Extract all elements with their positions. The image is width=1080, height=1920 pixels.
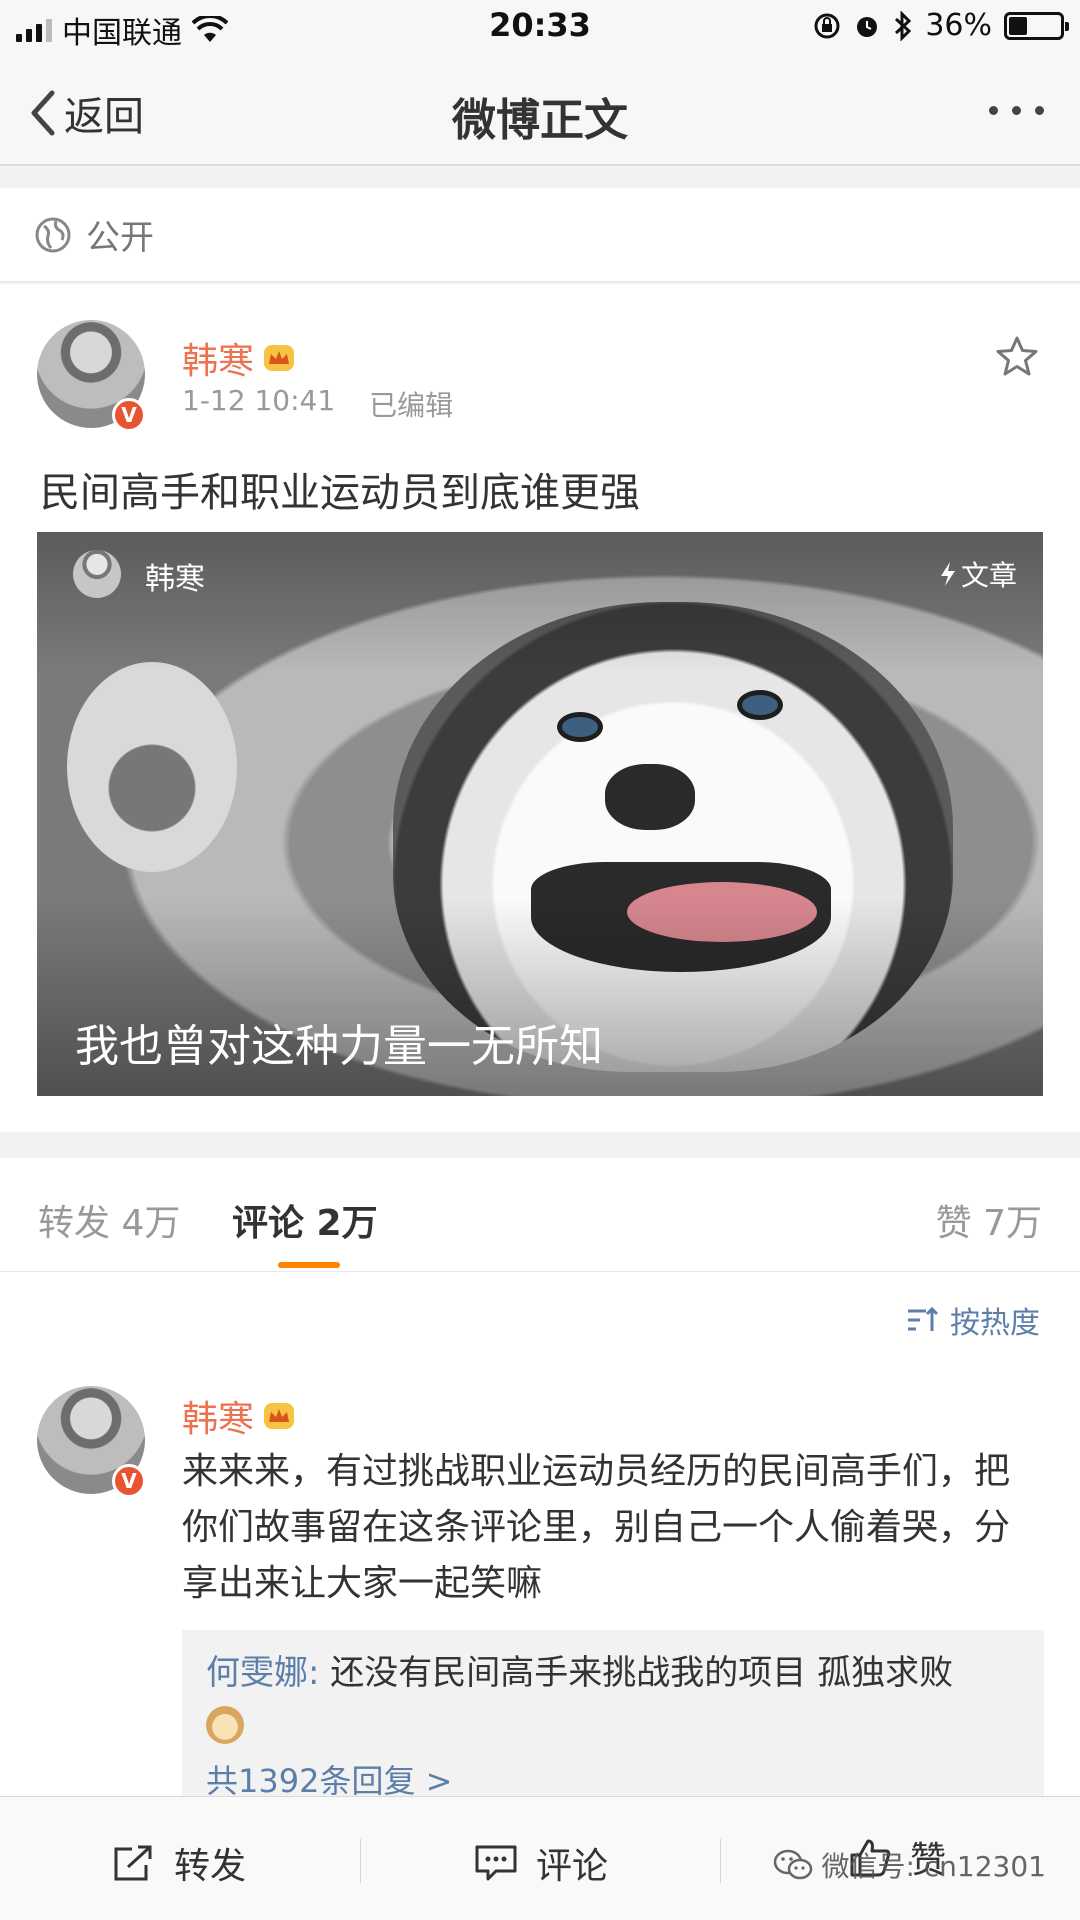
comment-username[interactable]: 韩寒 (182, 1390, 296, 1442)
post-meta: 1-12 10:41 已编辑 (182, 384, 453, 424)
page-title: 微博正文 (452, 95, 628, 146)
article-card[interactable]: 韩寒 文章 我也曾对这种力量一无所知 (37, 532, 1043, 1096)
reply-text: 还没有民间高手来挑战我的项目 孤独求败 (319, 1653, 954, 1693)
battery-level (1009, 16, 1027, 35)
status-bar: 中国联通 20:33 36% (0, 0, 1080, 54)
post-time: 1-12 10:41 (182, 384, 336, 417)
watermark-text: 微信号: cn12301 (821, 1850, 1046, 1883)
post-card: V 韩寒 1-12 10:41 已编辑 民间高手和职业运动员到底谁更强 韩寒 文… (0, 284, 1080, 1132)
article-tag: 文章 (939, 554, 1017, 594)
bottom-toolbar: 转发 评论 赞 微信号: cn12301 (0, 1796, 1080, 1920)
article-tag-label: 文章 (960, 559, 1017, 592)
bluetooth-icon (895, 10, 912, 41)
more-replies-link[interactable]: 共1392条回复 > (206, 1756, 1020, 1796)
more-options-icon[interactable] (989, 106, 1044, 115)
star-icon[interactable] (994, 334, 1040, 380)
post-edited-label: 已编辑 (369, 389, 454, 422)
reply-emoji-line (206, 1698, 1020, 1748)
sort-icon (908, 1306, 939, 1331)
tab-like[interactable]: 赞 7万 (936, 1194, 1042, 1246)
tab-comment[interactable]: 评论 2万 (232, 1194, 378, 1246)
reply-username[interactable]: 何雯娜: (206, 1653, 319, 1693)
nav-bar: 返回 微博正文 (0, 54, 1080, 166)
post-username[interactable]: 韩寒 (182, 332, 296, 384)
reply-line: 何雯娜: 还没有民间高手来挑战我的项目 孤独求败 (206, 1648, 1020, 1698)
comment-username-text: 韩寒 (182, 1399, 255, 1440)
article-author-avatar (73, 550, 121, 598)
visibility-row: 公开 (0, 188, 1080, 282)
post-username-text: 韩寒 (182, 341, 255, 382)
share-icon (114, 1845, 152, 1881)
sort-button[interactable]: 按热度 (906, 1298, 1040, 1342)
active-tab-indicator (278, 1262, 340, 1268)
crown-icon (264, 345, 295, 371)
article-author: 韩寒 (145, 562, 205, 597)
globe-icon (35, 217, 71, 252)
battery-icon (1004, 11, 1069, 40)
comment-icon (475, 1845, 517, 1881)
repost-label: 转发 (174, 1846, 247, 1887)
post-text: 民间高手和职业运动员到底谁更强 (40, 470, 640, 516)
sort-label: 按热度 (950, 1306, 1040, 1341)
visibility-label: 公开 (86, 218, 154, 258)
toolbar-divider (720, 1839, 721, 1883)
toolbar-divider (360, 1839, 361, 1883)
wechat-watermark: 微信号: cn12301 (773, 1845, 1046, 1885)
wechat-icon (774, 1849, 813, 1880)
battery-percent: 36% (925, 8, 992, 43)
verified-badge-icon: V (112, 398, 146, 432)
article-title: 我也曾对这种力量一无所知 (75, 1021, 603, 1072)
interaction-tabs: 转发 4万 评论 2万 赞 7万 (0, 1158, 1080, 1272)
rotation-lock-icon (814, 13, 840, 38)
comment-list: 按热度 V 韩寒 来来来，有过挑战职业运动员经历的民间高手们，把你们故事留在这条… (0, 1272, 1080, 1796)
verified-badge-icon: V (112, 1464, 146, 1498)
comment-text: 来来来，有过挑战职业运动员经历的民间高手们，把你们故事留在这条评论里，别自己一个… (182, 1451, 1011, 1604)
status-right: 36% (813, 8, 1069, 43)
lightning-icon (940, 562, 955, 586)
reply-preview[interactable]: 何雯娜: 还没有民间高手来挑战我的项目 孤独求败 共1392条回复 > (182, 1630, 1044, 1796)
alarm-icon (857, 16, 878, 37)
repost-button[interactable]: 转发 (112, 1837, 246, 1889)
comment-button[interactable]: 评论 (474, 1837, 608, 1889)
comment-label: 评论 (536, 1846, 609, 1887)
doge-emoji-icon (206, 1705, 244, 1744)
crown-icon (264, 1403, 295, 1429)
tab-repost[interactable]: 转发 4万 (38, 1194, 180, 1246)
